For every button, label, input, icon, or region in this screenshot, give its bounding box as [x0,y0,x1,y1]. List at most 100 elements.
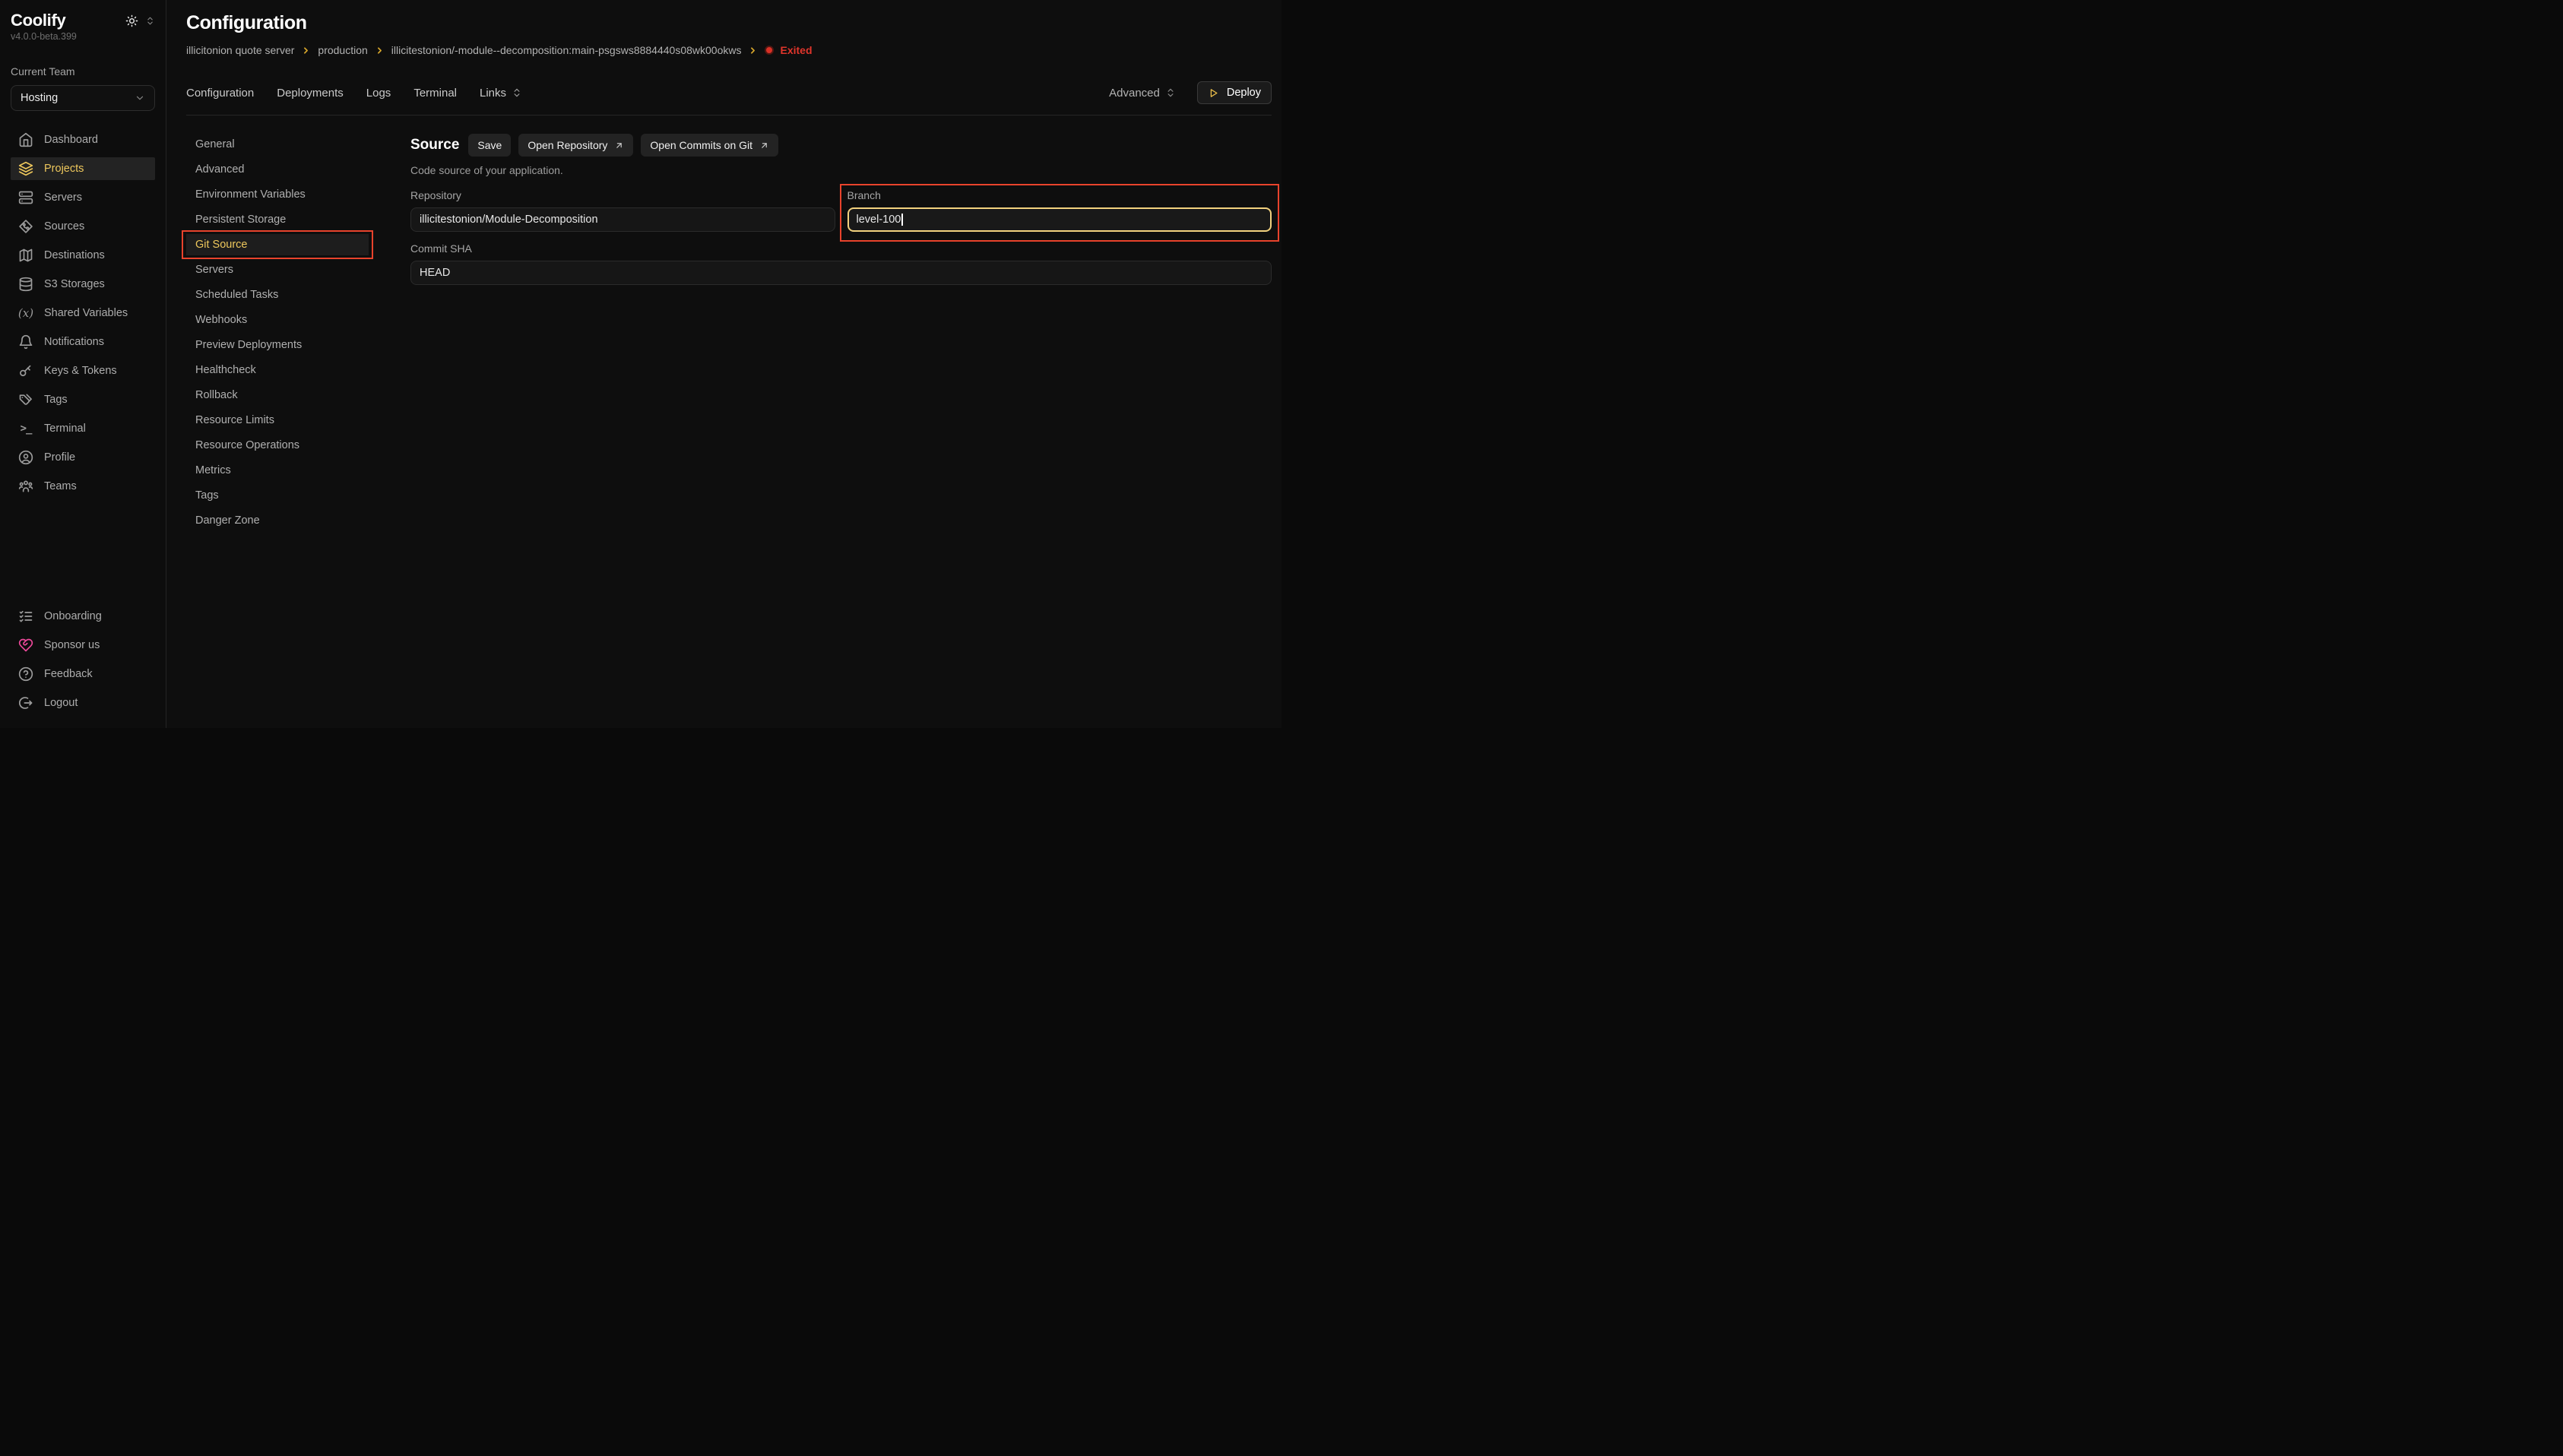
sidebar-item-teams[interactable]: Teams [11,475,155,498]
sidebar-item-shared-variables[interactable]: (x) Shared Variables [11,302,155,324]
subnav-item-label: Healthcheck [195,364,256,376]
subnav-item-label: Advanced [195,163,245,176]
breadcrumb-item-illicitonion-quote-server: illicitonion quote server [186,44,311,56]
user-circle-icon [18,450,33,465]
subnav-item-label: Rollback [195,389,238,401]
sidebar-item-sponsor-us[interactable]: Sponsor us [11,634,155,657]
layers-icon [18,161,33,176]
tab-configuration[interactable]: Configuration [186,87,254,100]
subnav-item-servers[interactable]: Servers [186,259,369,280]
sidebar-item-onboarding[interactable]: Onboarding [11,605,155,628]
subnav-item-preview-deployments[interactable]: Preview Deployments [186,334,369,356]
source-field-row: Repository illicitestonion/Module-Decomp… [410,189,1272,232]
advanced-toggle[interactable]: Advanced [1109,87,1176,100]
tab-label: Terminal [413,87,457,100]
save-button[interactable]: Save [468,134,511,157]
status-label: Exited [780,44,812,56]
sidebar-item-label: Teams [44,480,77,492]
breadcrumb-item-production: production [318,44,384,56]
sidebar-footer-nav: Onboarding Sponsor us Feedback Logout [11,605,155,714]
subnav-item-advanced[interactable]: Advanced [186,159,369,180]
sidebar-item-dashboard[interactable]: Dashboard [11,128,155,151]
sidebar-item-tags[interactable]: Tags [11,388,155,411]
play-icon [1208,87,1219,99]
page-title: Configuration [186,12,1272,34]
sidebar-item-label: Destinations [44,249,105,261]
subnav-item-scheduled-tasks[interactable]: Scheduled Tasks [186,284,369,305]
variables-icon: (x) [18,305,33,321]
commit-sha-input[interactable]: HEAD [410,261,1272,285]
configuration-subnav: General Advanced Environment Variables [186,134,369,728]
tab-terminal[interactable]: Terminal [413,87,457,100]
breadcrumb-link[interactable]: production [318,44,367,56]
subnav-item-label: Resource Operations [195,439,299,451]
save-label: Save [477,139,502,151]
subnav-item-webhooks[interactable]: Webhooks [186,309,369,331]
sidebar-header: Coolify [11,11,155,30]
sidebar-item-notifications[interactable]: Notifications [11,331,155,353]
subnav-item-rollback[interactable]: Rollback [186,385,369,406]
chevrons-up-down-icon[interactable] [145,16,155,26]
tags-icon [18,392,33,407]
tab-logs[interactable]: Logs [366,87,391,100]
branch-value: level-100 [857,214,901,226]
sun-icon[interactable] [125,14,138,27]
subnav-item-healthcheck[interactable]: Healthcheck [186,359,369,381]
status-dot-icon [765,46,774,55]
sidebar-item-servers[interactable]: Servers [11,186,155,209]
sidebar-item-s3-storages[interactable]: S3 Storages [11,273,155,296]
subnav-item-label: Environment Variables [195,188,306,201]
subnav-item-general[interactable]: General [186,134,369,155]
sidebar-item-sources[interactable]: Sources [11,215,155,238]
logout-icon [18,695,33,711]
deploy-button[interactable]: Deploy [1197,81,1272,104]
sidebar-item-logout[interactable]: Logout [11,692,155,714]
tabbar-divider [186,115,1272,116]
bell-icon [18,334,33,350]
breadcrumb-link[interactable]: illicitonion quote server [186,44,294,56]
open-commits-button[interactable]: Open Commits on Git [641,134,778,157]
subnav-item-environment-variables[interactable]: Environment Variables [186,184,369,205]
text-cursor [901,214,903,226]
status-badge: Exited [765,44,812,56]
app-logo[interactable]: Coolify [11,11,65,30]
repository-value: illicitestonion/Module-Decomposition [420,214,598,226]
tab-label: Configuration [186,87,254,100]
team-select[interactable]: Hosting [11,85,155,111]
subnav-item-label: Git Source [195,239,248,251]
sidebar-item-label: Notifications [44,336,104,348]
subnav-item-danger-zone[interactable]: Danger Zone [186,510,369,531]
subnav-item-tags[interactable]: Tags [186,485,369,506]
subnav-item-label: Tags [195,489,219,502]
tab-label: Deployments [277,87,344,100]
subnav-item-label: Servers [195,264,233,276]
commit-sha-label: Commit SHA [410,242,1272,255]
subnav-item-git-source[interactable]: Git Source [186,234,369,255]
tabbar: Configuration Deployments Logs T [186,81,1272,104]
subnav-item-resource-operations[interactable]: Resource Operations [186,435,369,456]
breadcrumb-link[interactable]: illicitestonion/-module--decomposition:m… [391,44,742,56]
sidebar-item-projects[interactable]: Projects [11,157,155,180]
sidebar-item-label: Keys & Tokens [44,365,117,377]
sidebar-item-terminal[interactable]: >_ Terminal [11,417,155,440]
sidebar-item-destinations[interactable]: Destinations [11,244,155,267]
sidebar-item-profile[interactable]: Profile [11,446,155,469]
subnav-item-label: Resource Limits [195,414,274,426]
tab-links[interactable]: Links [480,87,522,100]
main-area: Configuration illicitonion quote server … [166,0,1282,728]
commit-sha-field: Commit SHA HEAD [410,242,1272,285]
subnav-item-persistent-storage[interactable]: Persistent Storage [186,209,369,230]
sidebar-item-feedback[interactable]: Feedback [11,663,155,685]
source-header: Source Save Open Repository Open Commits… [410,134,1272,157]
tab-deployments[interactable]: Deployments [277,87,344,100]
subnav-item-label: Scheduled Tasks [195,289,278,301]
subnav-item-metrics[interactable]: Metrics [186,460,369,481]
repository-input[interactable]: illicitestonion/Module-Decomposition [410,207,835,232]
sidebar-item-label: Dashboard [44,134,98,146]
subnav-item-resource-limits[interactable]: Resource Limits [186,410,369,431]
sidebar-item-keys-tokens[interactable]: Keys & Tokens [11,359,155,382]
subnav-item-label: General [195,138,235,150]
open-repository-button[interactable]: Open Repository [518,134,633,157]
branch-label: Branch [847,189,1272,201]
branch-input[interactable]: level-100 [847,207,1272,232]
